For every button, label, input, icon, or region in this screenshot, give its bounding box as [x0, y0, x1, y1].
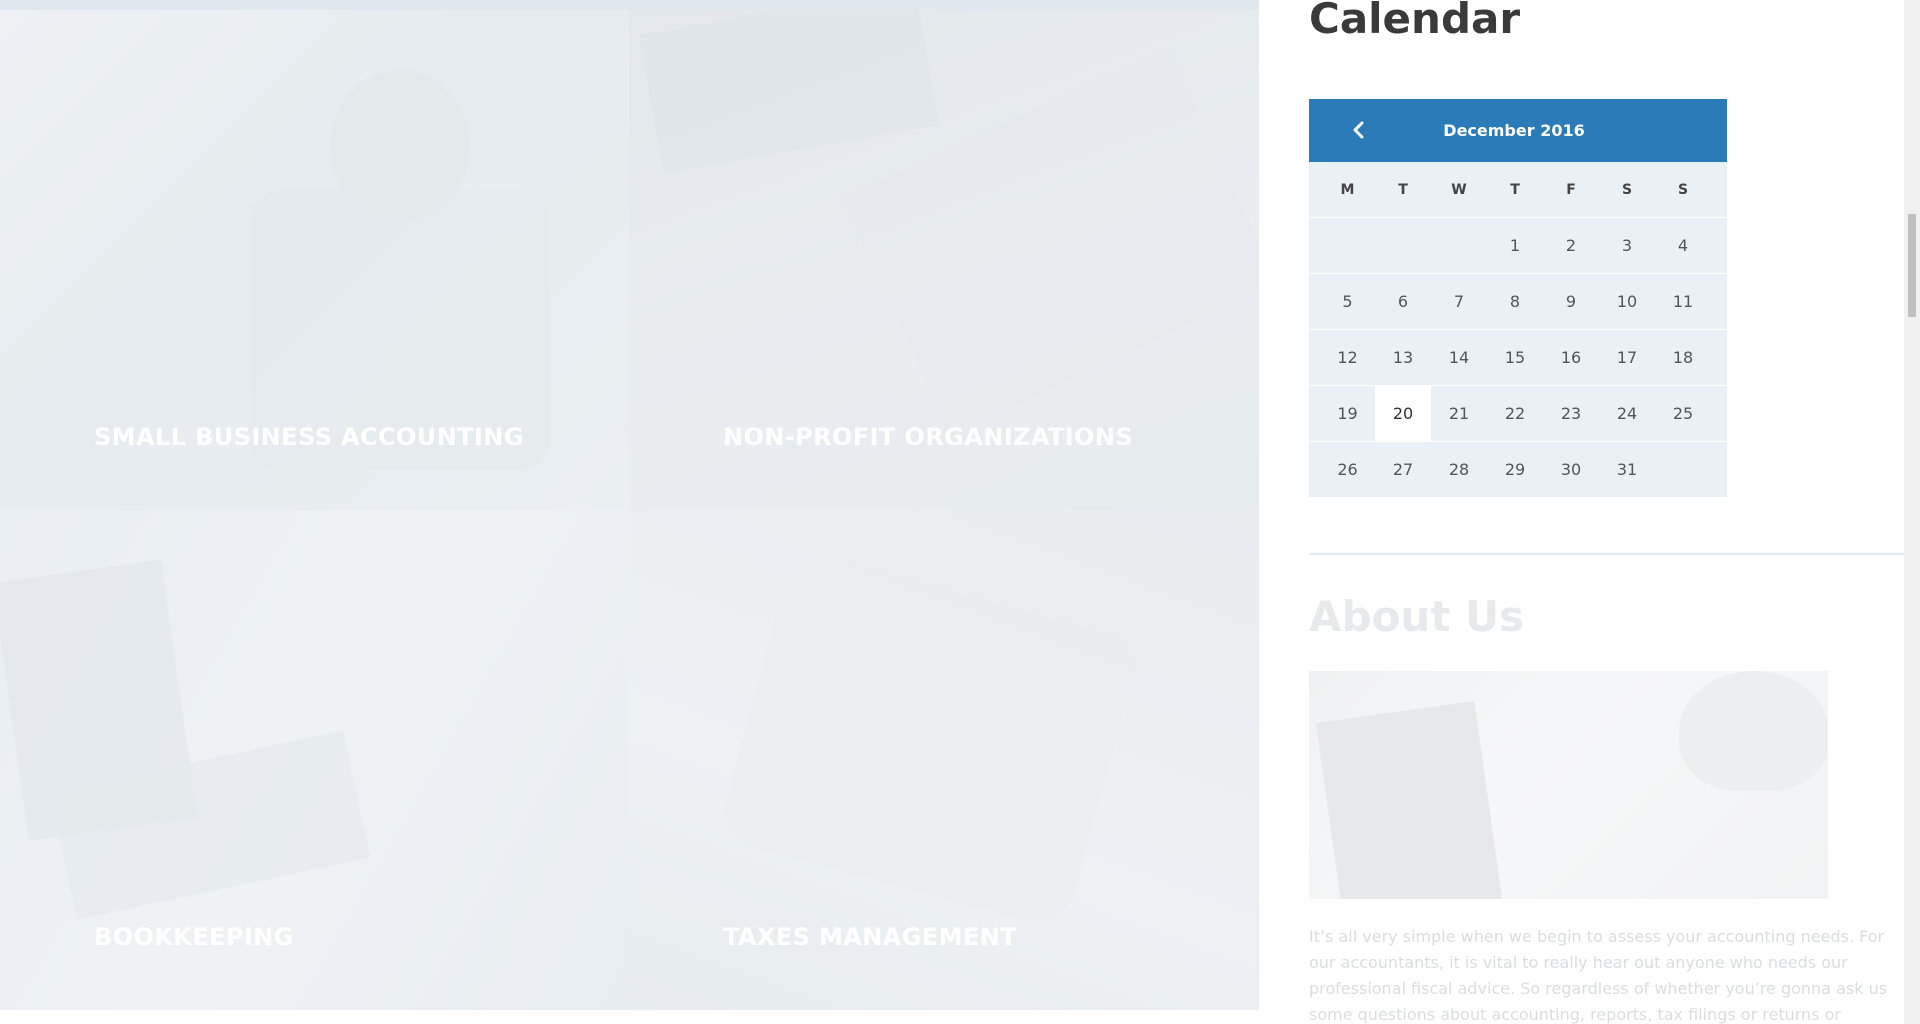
calendar-title: Calendar — [1309, 0, 1521, 43]
calendar-widget: December 2016 M T W T F S S 12345678 9 1… — [1309, 99, 1727, 498]
service-tile-label: TAXES MANAGEMENT — [723, 923, 1017, 951]
calendar-week-row: 1234 — [1309, 218, 1727, 274]
scrollbar-thumb[interactable] — [1908, 214, 1916, 317]
calendar-week-row: 19 20 21 22 23 24 25 — [1309, 386, 1727, 442]
calendar-day[interactable]: 3 — [1599, 218, 1655, 273]
calendar-week-row: 26 27 28 29 30 31 — [1309, 442, 1727, 498]
calendar-day[interactable]: 11 — [1655, 274, 1711, 329]
calendar-day[interactable]: 26 — [1320, 442, 1375, 497]
calendar-day[interactable]: 19 — [1320, 386, 1375, 441]
calendar-day[interactable]: 21 — [1431, 386, 1487, 441]
calendar-day[interactable]: 12 — [1320, 330, 1375, 385]
calendar-empty-cell — [1320, 218, 1375, 273]
scrollbar[interactable] — [1904, 0, 1920, 1024]
calendar-day[interactable]: 29 — [1487, 442, 1543, 497]
calendar-day[interactable]: 27 — [1375, 442, 1431, 497]
calendar-grid: M T W T F S S 1 2 3 4 5 6 7 8 9 10 11 12 13 14 15 16 17 1… — [1309, 162, 1727, 498]
calendar-day[interactable]: 4 — [1655, 218, 1711, 273]
about-title: About Us — [1309, 592, 1525, 641]
calendar-day[interactable]: 6 — [1375, 274, 1431, 329]
calendar-day[interactable]: 25 — [1655, 386, 1711, 441]
calendar-empty-cell — [1655, 442, 1711, 497]
calendar-empty-cell — [1375, 218, 1431, 273]
calendar-day[interactable]: 1 — [1487, 218, 1543, 273]
calendar-day[interactable]: 23 — [1543, 386, 1599, 441]
service-tile-label: SMALL BUSINESS ACCOUNTING — [94, 423, 524, 451]
sidebar: Calendar December 2016 M T W T F S S 1 2… — [1259, 0, 1904, 1024]
calendar-weekday-row: M T W T F S S — [1309, 162, 1727, 218]
calendar-day[interactable]: 28 — [1431, 442, 1487, 497]
calendar-weeks: 1 2 3 4 5 6 7 8 9 10 11 12 13 14 15 16 17 18 19 20 21 22 23 24 2… — [1309, 218, 1727, 498]
service-tile-label: NON-PROFIT ORGANIZATIONS — [723, 423, 1134, 451]
calendar-day[interactable]: 18 — [1655, 330, 1711, 385]
calendar-header: December 2016 — [1309, 99, 1727, 162]
about-text: It’s all very simple when we begin to as… — [1309, 927, 1888, 1024]
service-tile-small-business[interactable]: SMALL BUSINESS ACCOUNTING — [0, 10, 629, 510]
calendar-day[interactable]: 16 — [1543, 330, 1599, 385]
calendar-day[interactable]: 9 — [1543, 274, 1599, 329]
calendar-day[interactable]: 15 — [1487, 330, 1543, 385]
weekday-label: T — [1398, 181, 1408, 198]
services-grid: SMALL BUSINESS ACCOUNTING NON-PROFIT ORG… — [0, 0, 1259, 1010]
calendar-day[interactable]: 13 — [1375, 330, 1431, 385]
service-tile-taxes[interactable]: TAXES MANAGEMENT — [629, 510, 1258, 1010]
calendar-day[interactable]: 22 — [1487, 386, 1543, 441]
weekday-label: W — [1451, 181, 1467, 198]
calendar-day[interactable]: 17 — [1599, 330, 1655, 385]
calendar-week-row: 5 6 7 8 9 10 11 — [1309, 274, 1727, 330]
page: SMALL BUSINESS ACCOUNTING NON-PROFIT ORG… — [0, 0, 1920, 1024]
weekday-label: S — [1677, 181, 1689, 198]
calendar-day[interactable]: 5 — [1320, 274, 1375, 329]
about-image — [1309, 671, 1828, 899]
calendar-week-row: 12 13 14 15 16 17 18 — [1309, 330, 1727, 386]
weekday-label: M — [1340, 181, 1355, 198]
previous-month-button[interactable] — [1343, 115, 1373, 145]
calendar-day[interactable]: 10 — [1599, 274, 1655, 329]
weekday-label: T — [1510, 181, 1520, 198]
calendar-day[interactable]: 14 — [1431, 330, 1487, 385]
calendar-day[interactable]: 7 — [1431, 274, 1487, 329]
laptop-silhouette — [1315, 700, 1503, 899]
service-tile-non-profit[interactable]: NON-PROFIT ORGANIZATIONS — [629, 10, 1258, 510]
keyboard-silhouette — [638, 10, 940, 174]
weekday-label: F — [1566, 181, 1576, 198]
calendar-day[interactable]: 2 — [1543, 218, 1599, 273]
calendar-day[interactable]: 8 — [1487, 274, 1543, 329]
calendar-day[interactable]: 30 — [1543, 442, 1599, 497]
calendar-day[interactable]: 24 — [1599, 386, 1655, 441]
top-strip — [0, 0, 1259, 10]
calendar-day[interactable]: 31 — [1599, 442, 1655, 497]
chevron-left-icon — [1353, 121, 1364, 139]
person-silhouette — [1679, 671, 1828, 791]
service-tile-bookkeeping[interactable]: BOOKKEEPING — [0, 510, 629, 1010]
calendar-empty-cell — [1431, 218, 1487, 273]
widget-divider — [1309, 553, 1904, 555]
calendar-day[interactable]: 20 — [1375, 386, 1431, 441]
papers-silhouette — [716, 548, 1142, 932]
weekday-label: S — [1621, 181, 1633, 198]
service-tile-label: BOOKKEEPING — [94, 923, 294, 951]
